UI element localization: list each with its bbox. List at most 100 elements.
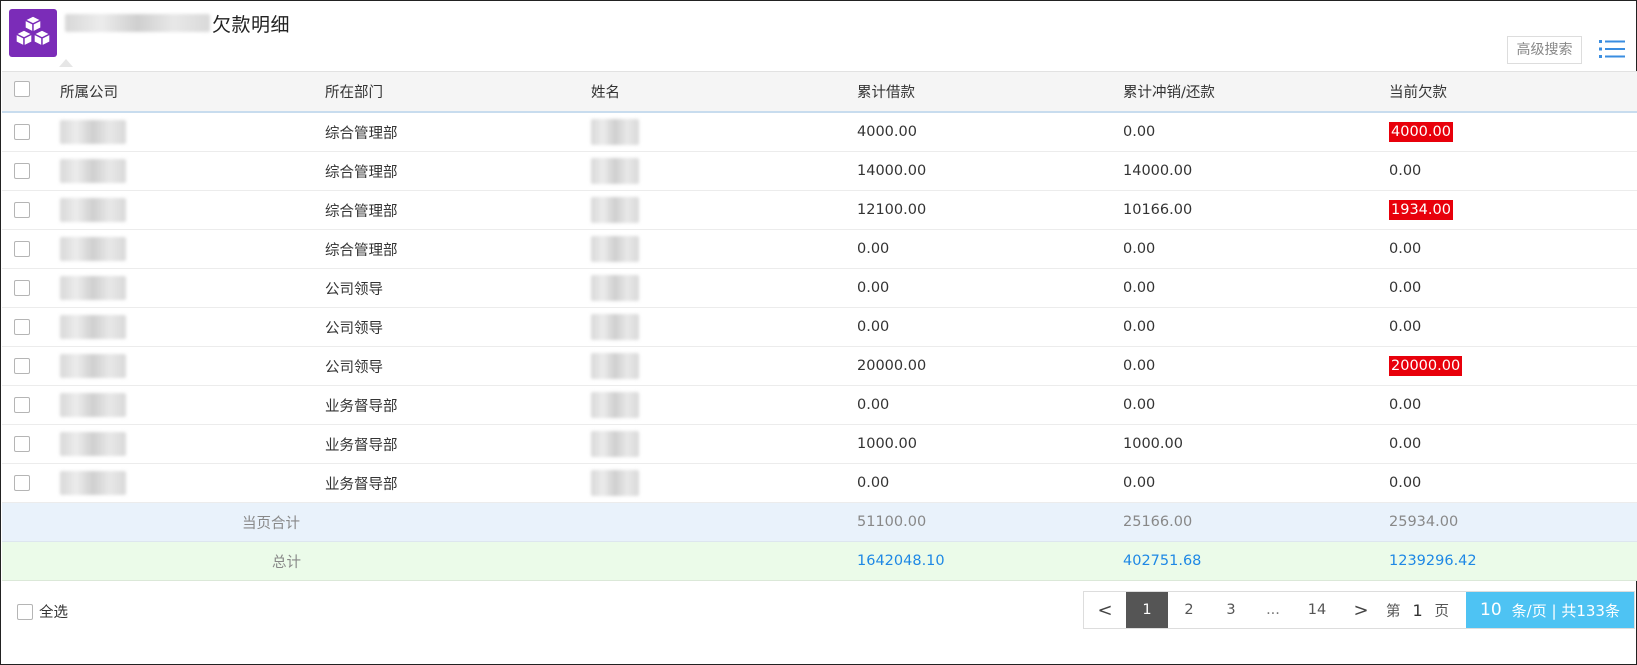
page-header: 欠款明细 [65, 10, 290, 36]
page-sum-borrowed: 51100.00 [857, 514, 927, 530]
name-cell [591, 425, 639, 463]
owed-cell: 0.00 [1389, 269, 1421, 307]
borrowed-cell: 14000.00 [857, 163, 927, 179]
company-cell [60, 464, 126, 502]
row-checkbox[interactable] [14, 319, 30, 335]
borrowed-cell: 1000.00 [857, 436, 917, 452]
page-button-2[interactable]: 2 [1168, 592, 1210, 628]
column-header-department[interactable]: 所在部门 [325, 72, 383, 111]
table-header: 所属公司 所在部门 姓名 累计借款 累计冲销/还款 当前欠款 [2, 71, 1637, 113]
redacted-title-prefix [65, 14, 210, 32]
page-sum-repaid: 25166.00 [1123, 514, 1193, 530]
page-size-value: 10 [1480, 600, 1502, 620]
row-checkbox[interactable] [14, 202, 30, 218]
company-cell [60, 347, 126, 385]
borrowed-cell: 0.00 [857, 241, 890, 257]
app-logo [9, 9, 57, 57]
name-cell [591, 308, 639, 346]
company-cell [60, 425, 126, 463]
table-row[interactable]: 公司领导 0.00 0.00 0.00 [2, 308, 1637, 347]
owed-highlight-badge: 1934.00 [1389, 200, 1453, 220]
column-header-name[interactable]: 姓名 [591, 72, 620, 111]
table-row[interactable]: 业务督导部 0.00 0.00 0.00 [2, 464, 1637, 503]
row-checkbox[interactable] [14, 475, 30, 491]
owed-cell: 0.00 [1389, 308, 1421, 346]
page-sum-label: 当页合计 [242, 515, 300, 532]
repaid-cell: 0.00 [1123, 124, 1156, 140]
owed-highlight-badge: 20000.00 [1389, 356, 1463, 376]
repaid-cell: 14000.00 [1123, 163, 1193, 179]
repaid-cell: 10166.00 [1123, 202, 1193, 218]
owed-cell: 1934.00 [1389, 191, 1453, 229]
redacted-company [60, 315, 126, 339]
owed-cell: 20000.00 [1389, 347, 1463, 385]
department-cell: 综合管理部 [325, 203, 398, 220]
redacted-company [60, 393, 126, 417]
owed-value: 0.00 [1389, 436, 1422, 452]
row-checkbox[interactable] [14, 241, 30, 257]
owed-value: 0.00 [1389, 475, 1422, 491]
department-cell: 综合管理部 [325, 242, 398, 259]
redacted-company [60, 432, 126, 456]
select-all-box[interactable] [17, 603, 33, 620]
redacted-company [60, 276, 126, 300]
column-header-total-borrowed[interactable]: 累计借款 [857, 72, 915, 111]
page-size-selector[interactable]: 10 条/页 | 共133条 [1466, 592, 1634, 628]
name-cell [591, 386, 639, 424]
table-row[interactable]: 综合管理部 0.00 0.00 0.00 [2, 230, 1637, 269]
row-checkbox[interactable] [14, 397, 30, 413]
company-cell [60, 230, 126, 268]
page-button-3[interactable]: 3 [1210, 592, 1252, 628]
company-cell [60, 386, 126, 424]
select-all-label: 全选 [39, 605, 68, 621]
select-all-checkbox[interactable]: 全选 [17, 601, 68, 622]
repaid-cell: 0.00 [1123, 397, 1156, 413]
department-cell: 公司领导 [325, 281, 383, 298]
column-header-current-owed[interactable]: 当前欠款 [1389, 72, 1447, 111]
row-checkbox[interactable] [14, 280, 30, 296]
column-header-total-repaid[interactable]: 累计冲销/还款 [1123, 72, 1215, 111]
next-page-button[interactable]: > [1340, 592, 1382, 628]
advanced-search-button[interactable]: 高级搜索 [1507, 36, 1582, 64]
row-checkbox[interactable] [14, 124, 30, 140]
goto-suffix: 页 [1434, 603, 1450, 620]
name-cell [591, 347, 639, 385]
company-cell [60, 308, 126, 346]
pagination: < 1 2 3 ... 14 > 第 1 页 10 条/页 | 共133条 [1083, 591, 1635, 629]
borrowed-cell: 0.00 [857, 475, 890, 491]
page-button-14[interactable]: 14 [1294, 592, 1340, 628]
row-checkbox[interactable] [14, 436, 30, 452]
table-row[interactable]: 综合管理部 14000.00 14000.00 0.00 [2, 152, 1637, 191]
redacted-name [591, 392, 639, 418]
name-cell [591, 191, 639, 229]
owed-cell: 0.00 [1389, 464, 1421, 502]
page-button-1[interactable]: 1 [1126, 592, 1168, 628]
redacted-company [60, 237, 126, 261]
column-header-company[interactable]: 所属公司 [60, 72, 118, 111]
owed-value: 0.00 [1389, 319, 1422, 335]
table-row[interactable]: 公司领导 0.00 0.00 0.00 [2, 269, 1637, 308]
header-checkbox[interactable] [14, 81, 30, 97]
redacted-name [591, 197, 639, 223]
owed-value: 0.00 [1389, 163, 1422, 179]
table-row[interactable]: 业务督导部 0.00 0.00 0.00 [2, 386, 1637, 425]
table-row[interactable]: 综合管理部 12100.00 10166.00 1934.00 [2, 191, 1637, 230]
page-size-label: 条/页 | 共133条 [1511, 601, 1620, 620]
goto-prefix: 第 [1386, 603, 1401, 620]
table-row[interactable]: 业务督导部 1000.00 1000.00 0.00 [2, 425, 1637, 464]
company-cell [60, 269, 126, 307]
name-cell [591, 113, 639, 151]
prev-page-button[interactable]: < [1084, 592, 1126, 628]
table-row[interactable]: 综合管理部 4000.00 0.00 4000.00 [2, 113, 1637, 152]
grand-total-borrowed: 1642048.10 [857, 553, 945, 569]
table-row[interactable]: 公司领导 20000.00 0.00 20000.00 [2, 347, 1637, 386]
borrowed-cell: 0.00 [857, 397, 890, 413]
repaid-cell: 0.00 [1123, 358, 1156, 374]
borrowed-cell: 20000.00 [857, 358, 927, 374]
goto-page-input[interactable]: 1 [1413, 601, 1423, 620]
list-icon[interactable] [1599, 38, 1625, 60]
department-cell: 公司领导 [325, 320, 383, 337]
row-checkbox[interactable] [14, 358, 30, 374]
row-checkbox[interactable] [14, 163, 30, 179]
company-cell [60, 191, 126, 229]
